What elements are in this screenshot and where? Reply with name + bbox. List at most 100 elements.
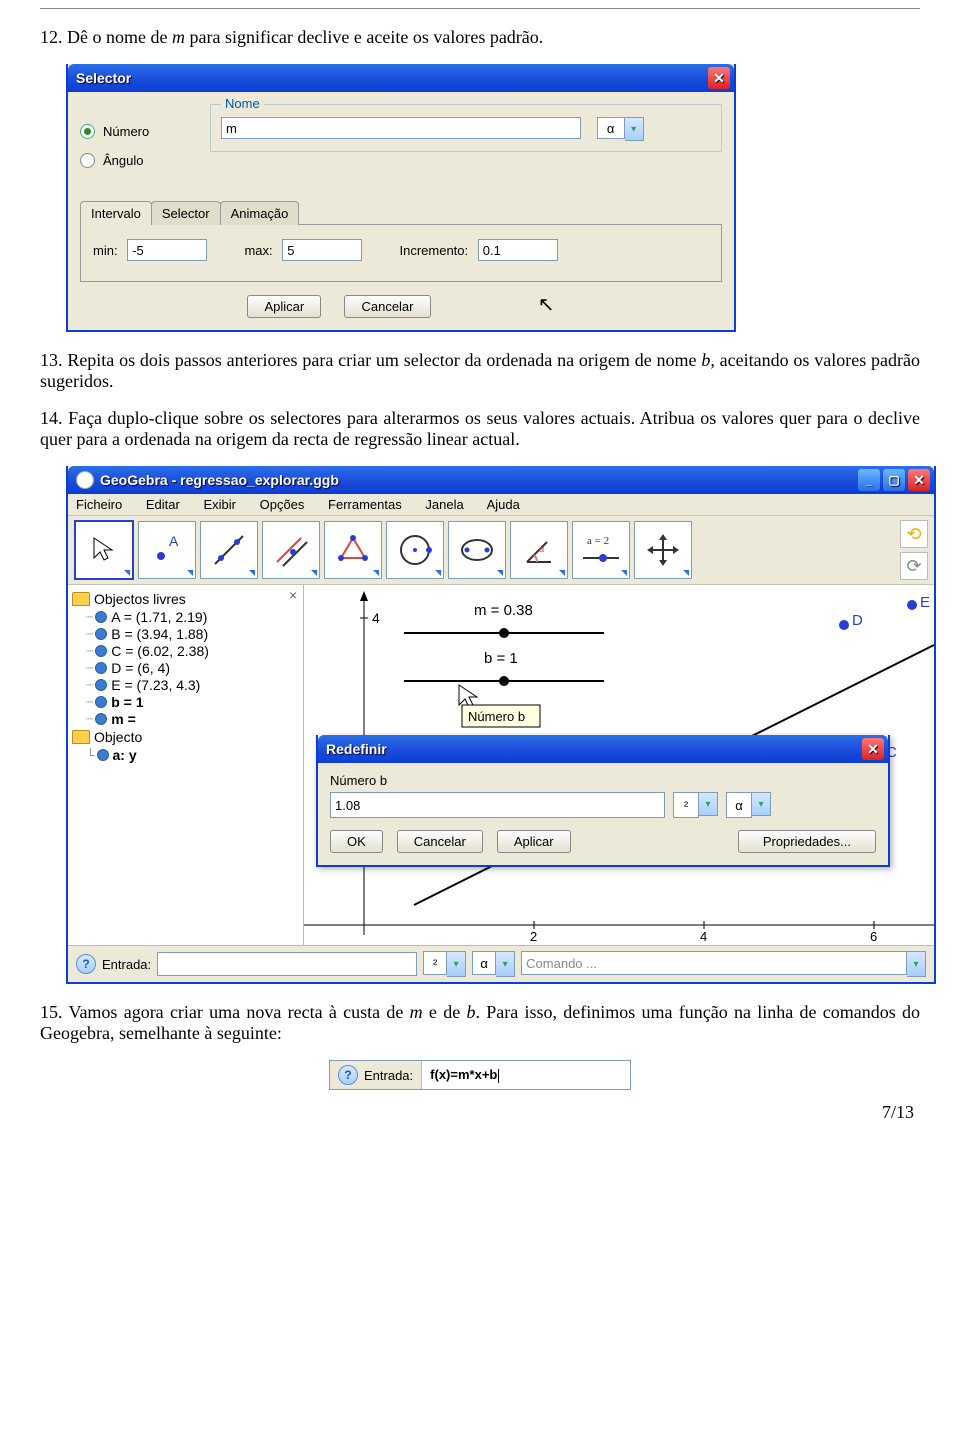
polygon-icon: [333, 530, 373, 570]
obj-m[interactable]: ┈m =: [86, 711, 301, 727]
folder-free[interactable]: Objectos livres: [72, 591, 301, 607]
comando-dropdown[interactable]: ▾: [907, 951, 926, 977]
menu-exibir[interactable]: Exibir: [203, 497, 236, 512]
cursor-arrow-icon: ↖: [538, 294, 555, 316]
tool-angle[interactable]: α: [510, 521, 568, 579]
tool-point[interactable]: A: [138, 521, 196, 579]
selector-titlebar[interactable]: Selector ✕: [68, 64, 734, 92]
minimize-button[interactable]: _: [858, 469, 880, 491]
tool-slider[interactable]: a = 2: [572, 521, 630, 579]
line-through-points-icon: [209, 530, 249, 570]
redef-ok-button[interactable]: OK: [330, 830, 383, 853]
redef-square-dropdown[interactable]: ▾: [699, 792, 718, 816]
redef-props-button[interactable]: Propriedades...: [738, 830, 876, 853]
entrada-label: Entrada:: [102, 957, 151, 972]
menu-ferramentas[interactable]: Ferramentas: [328, 497, 402, 512]
folder-dep[interactable]: Objecto: [72, 729, 301, 745]
redef-titlebar[interactable]: Redefinir ✕: [318, 735, 888, 763]
svg-text:D: D: [852, 612, 863, 629]
radio-numero[interactable]: Número: [80, 124, 210, 139]
alpha-dropdown-button[interactable]: ▾: [625, 117, 644, 141]
page-top-rule: [40, 8, 920, 9]
point-bullet-icon: [95, 611, 107, 623]
obj-B[interactable]: ┈B = (3.94, 1.88): [86, 626, 301, 642]
incr-input[interactable]: [478, 239, 558, 261]
obj-A[interactable]: ┈A = (1.71, 2.19): [86, 609, 301, 625]
menu-ajuda[interactable]: Ajuda: [487, 497, 520, 512]
redef-alpha-dropdown[interactable]: ▾: [752, 792, 771, 816]
max-label: max:: [244, 243, 272, 258]
graphics-view[interactable]: 4 2 4 6 m = 0.38 b = 1: [304, 585, 934, 945]
name-legend: Nome: [221, 96, 264, 111]
algebra-view[interactable]: × Objectos livres ┈A = (1.71, 2.19) ┈B =…: [68, 585, 304, 945]
tool-ellipse[interactable]: [448, 521, 506, 579]
point-bullet-icon: [97, 749, 109, 761]
redef-cancel-button[interactable]: Cancelar: [397, 830, 483, 853]
entrada-sq-dropdown[interactable]: ▾: [447, 951, 466, 977]
max-input[interactable]: [282, 239, 362, 261]
tool-line[interactable]: [200, 521, 258, 579]
entrada-input[interactable]: [157, 952, 417, 976]
tool-move-view[interactable]: [634, 521, 692, 579]
redef-square-display: ²: [673, 792, 699, 818]
ggb-input-bar: ? Entrada: ² ▾ α ▾ ▾: [68, 945, 934, 982]
redef-input[interactable]: [330, 792, 665, 818]
svg-text:A: A: [169, 533, 179, 549]
point-bullet-icon: [95, 696, 107, 708]
tab-selector[interactable]: Selector: [151, 201, 221, 225]
radio-angulo[interactable]: Ângulo: [80, 153, 210, 168]
comando-combo[interactable]: [521, 951, 907, 975]
redo-icon: ⟳: [906, 556, 921, 577]
menu-ficheiro[interactable]: Ficheiro: [76, 497, 122, 512]
cancelar-button[interactable]: Cancelar: [344, 295, 430, 318]
menu-opcoes[interactable]: Opções: [260, 497, 305, 512]
obj-D[interactable]: ┈D = (6, 4): [86, 660, 301, 676]
undo-button[interactable]: ⟲: [900, 520, 928, 548]
ggb-close-button[interactable]: ✕: [908, 469, 930, 491]
step-14: 14. Faça duplo-clique sobre os selectore…: [40, 408, 920, 450]
tool-polygon[interactable]: [324, 521, 382, 579]
close-button[interactable]: ✕: [708, 67, 730, 89]
conic-icon: [457, 530, 497, 570]
tool-perpendicular[interactable]: [262, 521, 320, 579]
name-fieldset: Nome α ▾: [210, 104, 722, 152]
obj-a[interactable]: └a: y: [86, 747, 301, 763]
min-label: min:: [93, 243, 118, 258]
page-number: 7/13: [40, 1090, 920, 1129]
obj-C[interactable]: ┈C = (6.02, 2.38): [86, 643, 301, 659]
aplicar-button[interactable]: Aplicar: [247, 295, 321, 318]
redef-alpha-display: α: [726, 792, 752, 818]
ggb-app-icon: [76, 471, 94, 489]
menu-editar[interactable]: Editar: [146, 497, 180, 512]
entrada-alpha-dropdown[interactable]: ▾: [496, 951, 515, 977]
algebra-close-button[interactable]: ×: [289, 587, 297, 603]
svg-text:2: 2: [530, 929, 537, 944]
help-icon[interactable]: ?: [76, 954, 96, 974]
redef-close-button[interactable]: ✕: [862, 738, 884, 760]
tab-intervalo[interactable]: Intervalo: [80, 201, 152, 225]
folder-icon: [72, 730, 90, 744]
maximize-button[interactable]: ▢: [883, 469, 905, 491]
tab-animacao[interactable]: Animação: [220, 201, 300, 225]
redef-title: Redefinir: [326, 741, 859, 757]
tool-move[interactable]: [74, 520, 134, 580]
snippet-help-icon[interactable]: ?: [338, 1065, 358, 1085]
redo-button[interactable]: ⟳: [900, 552, 928, 580]
step-13: 13. Repita os dois passos anteriores par…: [40, 350, 920, 392]
menu-janela[interactable]: Janela: [425, 497, 463, 512]
incr-label: Incremento:: [399, 243, 468, 258]
radio-angulo-label: Ângulo: [103, 153, 143, 168]
angle-icon: α: [519, 530, 559, 570]
obj-b[interactable]: ┈b = 1: [86, 694, 301, 710]
name-input[interactable]: [221, 117, 581, 139]
svg-text:b = 1: b = 1: [484, 650, 518, 667]
obj-E[interactable]: ┈E = (7.23, 4.3): [86, 677, 301, 693]
step-12: 12. Dê o nome de m para significar decli…: [40, 27, 920, 48]
parallel-lines-icon: [271, 530, 311, 570]
redef-apply-button[interactable]: Aplicar: [497, 830, 571, 853]
min-input[interactable]: [127, 239, 207, 261]
snippet-entrada-label: Entrada:: [364, 1068, 413, 1083]
ggb-titlebar[interactable]: GeoGebra - regressao_explorar.ggb _ ▢ ✕: [68, 466, 934, 494]
slider-tool-icon: a = 2: [575, 530, 627, 570]
tool-circle[interactable]: [386, 521, 444, 579]
